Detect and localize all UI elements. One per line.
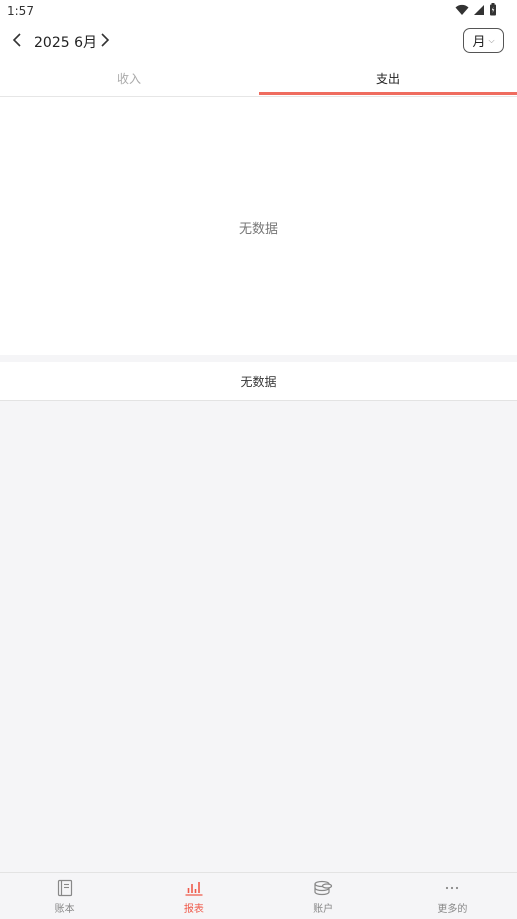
more-icon <box>442 879 462 897</box>
nav-label-ledger: 账本 <box>54 904 75 915</box>
period-label: 月 <box>472 35 486 50</box>
type-tabs: 收入 支出 <box>0 60 517 97</box>
nav-label-more: 更多的 <box>437 904 468 915</box>
coins-icon <box>313 879 333 897</box>
report-header: 2025 6月 月 ⌵ <box>0 22 517 60</box>
nav-item-more[interactable]: 更多的 <box>388 873 517 919</box>
nav-item-reports[interactable]: 报表 <box>129 873 258 919</box>
previous-month-button[interactable] <box>10 31 24 49</box>
chart-empty-text: 无数据 <box>238 221 278 237</box>
list-empty-text: 无数据 <box>240 374 277 389</box>
status-icons <box>455 3 497 16</box>
book-icon <box>55 879 75 897</box>
bar-chart-icon <box>184 879 204 897</box>
nav-item-ledger[interactable]: 账本 <box>0 873 129 919</box>
next-month-button[interactable] <box>98 31 112 49</box>
active-tab-indicator <box>259 92 517 95</box>
nav-label-accounts: 账户 <box>313 904 334 915</box>
status-time: 1:57 <box>7 4 34 18</box>
chevron-left-icon <box>12 33 21 47</box>
signal-icon <box>474 4 484 15</box>
nav-label-reports: 报表 <box>183 904 204 915</box>
nav-item-accounts[interactable]: 账户 <box>259 873 388 919</box>
wifi-icon <box>455 4 469 15</box>
category-list: 无数据 <box>0 362 517 401</box>
status-bar: 1:57 <box>0 0 517 22</box>
tab-income[interactable]: 收入 <box>0 60 258 97</box>
battery-icon <box>490 3 496 16</box>
chevron-right-icon <box>101 33 110 47</box>
month-label[interactable]: 2025 6月 <box>34 32 97 52</box>
bottom-navigation: 账本 报表 账户 更多的 <box>0 872 517 919</box>
chevron-down-icon: ⌵ <box>488 35 495 45</box>
period-select-button[interactable]: 月 ⌵ <box>463 28 504 53</box>
chart-area: 无数据 <box>0 97 517 355</box>
